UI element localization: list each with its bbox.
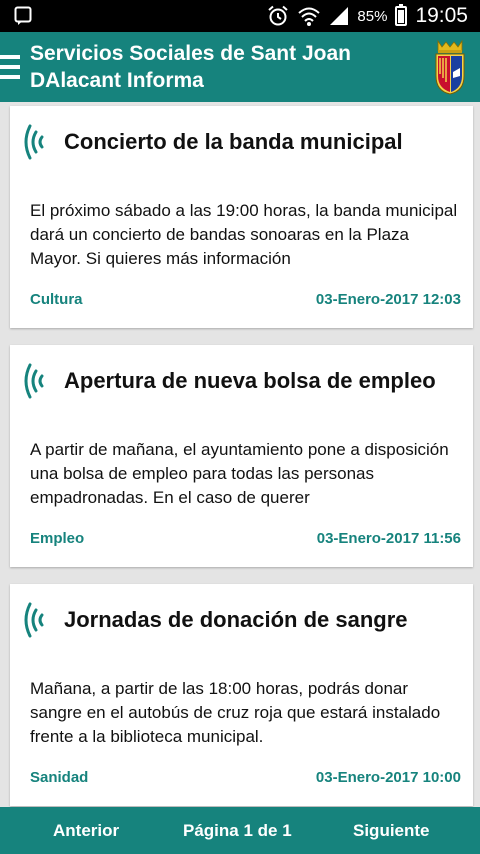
news-body: Mañana, a partir de las 18:00 horas, pod…: [30, 679, 441, 746]
battery-percent: 85%: [357, 7, 388, 25]
menu-icon-line: [0, 55, 20, 59]
card-footer: Sanidad 03-Enero-2017 10:00: [30, 769, 461, 786]
previous-page-button[interactable]: Anterior: [53, 807, 119, 854]
news-body: El próximo sábado a las 19:00 horas, la …: [30, 201, 458, 268]
app-bar: Servicios Sociales de Sant Joan DAlacant…: [0, 32, 480, 102]
wifi-icon: [298, 7, 321, 26]
municipal-crest-icon: [435, 39, 465, 95]
news-title: Apertura de nueva bolsa de empleo: [64, 368, 436, 393]
news-category: Empleo: [30, 530, 85, 547]
news-title: Jornadas de donación de sangre: [64, 607, 408, 632]
news-title: Concierto de la banda municipal: [64, 129, 403, 154]
card-footer: Cultura 03-Enero-2017 12:03: [30, 291, 461, 308]
news-category: Cultura: [30, 291, 83, 308]
news-card[interactable]: Jornadas de donación de sangre Mañana, a…: [10, 584, 473, 806]
broadcast-icon: [24, 602, 44, 638]
app-title: Servicios Sociales de Sant Joan DAlacant…: [30, 42, 351, 92]
card-header: Jornadas de donación de sangre: [20, 596, 408, 644]
status-left: [14, 6, 32, 26]
menu-icon-line: [0, 65, 20, 69]
next-page-button[interactable]: Siguiente: [353, 807, 430, 854]
alarm-icon: [268, 5, 289, 26]
news-card[interactable]: Concierto de la banda municipal El próxi…: [10, 106, 473, 328]
news-date: 03-Enero-2017 12:03: [315, 291, 461, 308]
page-indicator: Página 1 de 1: [183, 820, 292, 840]
battery-icon: [395, 4, 408, 26]
news-date: 03-Enero-2017 10:00: [315, 769, 461, 786]
broadcast-icon: [24, 124, 44, 160]
card-footer: Empleo 03-Enero-2017 11:56: [30, 530, 461, 547]
status-right: 85% 19:05: [267, 4, 468, 28]
broadcast-icon: [24, 363, 44, 399]
menu-button[interactable]: [0, 32, 28, 102]
notification-icon: [14, 6, 32, 25]
signal-icon: [330, 7, 349, 25]
news-date: 03-Enero-2017 11:56: [316, 530, 461, 547]
news-body: A partir de mañana, el ayuntamiento pone…: [30, 440, 449, 507]
news-category: Sanidad: [30, 769, 89, 786]
card-header: Concierto de la banda municipal: [20, 118, 403, 166]
status-bar: 85% 19:05: [0, 0, 480, 32]
card-header: Apertura de nueva bolsa de empleo: [20, 357, 436, 405]
news-feed[interactable]: Concierto de la banda municipal El próxi…: [0, 102, 480, 807]
news-card[interactable]: Apertura de nueva bolsa de empleo A part…: [10, 345, 473, 567]
menu-icon-line: [0, 75, 20, 79]
clock: 19:05: [415, 4, 468, 27]
pagination-bar: Anterior Página 1 de 1 Siguiente: [0, 807, 480, 854]
